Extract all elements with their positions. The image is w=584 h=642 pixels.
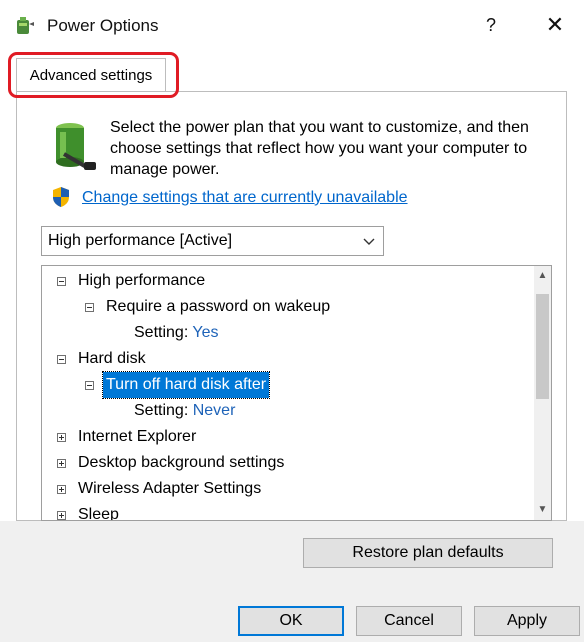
chevron-down-icon bbox=[363, 238, 375, 245]
tree-item-turn-off-hard-disk[interactable]: Turn off hard disk after bbox=[42, 371, 532, 399]
title-bar: Power Options ? ✕ bbox=[0, 0, 584, 48]
power-plan-dropdown[interactable]: High performance [Active] bbox=[41, 226, 384, 256]
help-button[interactable]: ? bbox=[476, 12, 506, 38]
battery-plug-icon bbox=[56, 123, 96, 170]
change-settings-link[interactable]: Change settings that are currently unava… bbox=[82, 189, 408, 207]
tree-item-internet-explorer[interactable]: Internet Explorer bbox=[42, 424, 532, 450]
tab-highlight-annotation bbox=[8, 52, 179, 98]
scroll-down-icon[interactable]: ▼ bbox=[534, 500, 551, 520]
collapse-icon[interactable] bbox=[57, 277, 66, 286]
settings-tree[interactable]: High performance Require a password on w… bbox=[41, 265, 552, 521]
scroll-thumb[interactable] bbox=[536, 294, 549, 399]
expand-icon[interactable] bbox=[57, 459, 66, 468]
tree-item-sleep[interactable]: Sleep bbox=[42, 502, 532, 520]
tree-item-setting-hard-disk[interactable]: Setting: Never bbox=[42, 398, 532, 424]
ok-button[interactable]: OK bbox=[238, 606, 344, 636]
collapse-icon[interactable] bbox=[85, 381, 94, 390]
scroll-up-icon[interactable]: ▲ bbox=[534, 266, 551, 286]
tree-scrollbar[interactable]: ▲ ▼ bbox=[534, 266, 551, 520]
power-options-icon bbox=[17, 17, 34, 34]
tree-item-wireless-adapter[interactable]: Wireless Adapter Settings bbox=[42, 476, 532, 502]
setting-value-link[interactable]: Yes bbox=[192, 324, 218, 341]
uac-shield-icon bbox=[53, 187, 69, 207]
tree-item-hard-disk[interactable]: Hard disk bbox=[42, 346, 532, 372]
plan-description: Select the power plan that you want to c… bbox=[110, 119, 529, 178]
expand-icon[interactable] bbox=[57, 433, 66, 442]
expand-icon[interactable] bbox=[57, 485, 66, 494]
tree-item-require-password[interactable]: Require a password on wakeup bbox=[42, 294, 532, 320]
tree-item-desktop-background[interactable]: Desktop background settings bbox=[42, 450, 532, 476]
close-button[interactable]: ✕ bbox=[539, 10, 571, 40]
collapse-icon[interactable] bbox=[85, 303, 94, 312]
expand-icon[interactable] bbox=[57, 511, 66, 520]
collapse-icon[interactable] bbox=[57, 355, 66, 364]
cancel-button[interactable]: Cancel bbox=[356, 606, 462, 636]
window-title: Power Options bbox=[47, 16, 159, 35]
setting-value-link[interactable]: Never bbox=[193, 402, 236, 419]
tree-item-setting-password[interactable]: Setting: Yes bbox=[42, 320, 532, 346]
power-plan-selected: High performance [Active] bbox=[48, 232, 233, 249]
restore-plan-defaults-button[interactable]: Restore plan defaults bbox=[303, 538, 553, 568]
tree-item-high-performance[interactable]: High performance bbox=[42, 268, 532, 294]
apply-button[interactable]: Apply bbox=[474, 606, 580, 636]
